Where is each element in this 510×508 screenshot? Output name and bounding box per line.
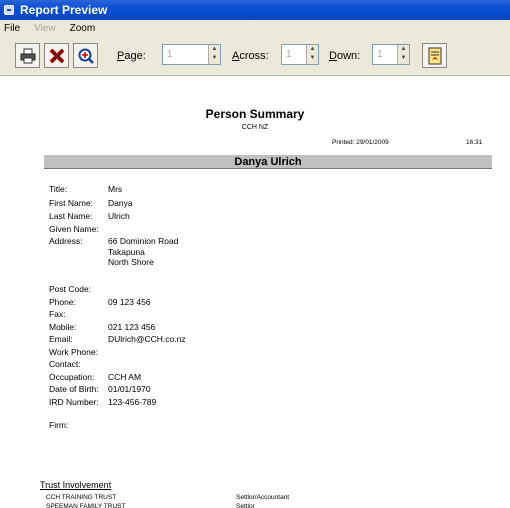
spinner-arrows-icon[interactable]: ▲ ▼ xyxy=(397,45,409,64)
menu-zoom[interactable]: Zoom xyxy=(70,23,96,34)
window-title: Report Preview xyxy=(20,3,108,17)
report-page: Person Summary CCH NZ Printed: 29/01/200… xyxy=(0,77,510,508)
field-label: IRD Number: xyxy=(49,397,99,407)
title-bar: Report Preview xyxy=(0,0,510,20)
down-label: Down: xyxy=(329,50,361,62)
export-pdf-button[interactable] xyxy=(422,43,447,68)
trust-name: CCH TRAINING TRUST xyxy=(46,494,117,501)
menu-bar: File View Zoom xyxy=(0,20,510,36)
page-label: Page: xyxy=(117,50,146,62)
close-preview-button[interactable] xyxy=(44,43,69,68)
down-spinner[interactable]: 1 ▲ ▼ xyxy=(372,44,410,65)
person-name-header: Danya Ulrich xyxy=(44,155,492,169)
close-x-icon xyxy=(49,48,64,63)
menu-file[interactable]: File xyxy=(4,23,20,34)
field-value: CCH AM xyxy=(108,372,142,382)
print-button[interactable] xyxy=(15,43,40,68)
field-value: 66 Dominion Road xyxy=(108,236,179,246)
field-value: DUlrich@CCH.co.nz xyxy=(108,334,186,344)
pdf-export-icon xyxy=(428,47,441,64)
down-value[interactable]: 1 xyxy=(377,49,383,60)
spinner-arrows-icon[interactable]: ▲ ▼ xyxy=(208,45,220,64)
field-label: Date of Birth: xyxy=(49,384,99,394)
field-label: Post Code: xyxy=(49,284,92,294)
across-value[interactable]: 1 xyxy=(286,49,292,60)
page-spinner[interactable]: 1 ▲ ▼ xyxy=(162,44,221,65)
field-label: Work Phone: xyxy=(49,347,98,357)
zoom-button[interactable] xyxy=(73,43,98,68)
field-value: Ulrich xyxy=(108,211,130,221)
trust-role: Settlor/Accountant xyxy=(236,494,290,501)
field-value: 09 123 456 xyxy=(108,297,151,307)
across-spinner[interactable]: 1 ▲ ▼ xyxy=(281,44,319,65)
field-label: Given Name: xyxy=(49,224,99,234)
menu-view[interactable]: View xyxy=(34,23,56,34)
trust-heading: Trust Involvement xyxy=(40,480,112,490)
report-title: Person Summary xyxy=(205,107,305,121)
field-value: Danya xyxy=(108,198,133,208)
page-value[interactable]: 1 xyxy=(167,49,173,60)
field-label: Title: xyxy=(49,184,68,194)
field-value: North Shore xyxy=(108,257,154,267)
field-value: 01/01/1970 xyxy=(108,384,151,394)
field-label: Firm: xyxy=(49,420,69,430)
toolbar: Page: 1 ▲ ▼ Across: 1 ▲ ▼ Down: 1 ▲ ▼ xyxy=(0,36,510,76)
app-icon xyxy=(4,5,14,15)
field-label: Contact: xyxy=(49,359,81,369)
trust-name: SPEEMAN FAMILY TRUST xyxy=(46,503,126,508)
printed-time: 16:31 xyxy=(466,139,483,146)
field-value: Takapuna xyxy=(108,247,145,257)
field-label: Address: xyxy=(49,236,83,246)
field-label: Fax: xyxy=(49,309,66,319)
field-label: Occupation: xyxy=(49,372,95,382)
field-value: Mrs xyxy=(108,184,123,194)
trust-role: Settlor xyxy=(236,503,255,508)
printer-icon xyxy=(20,48,35,63)
spinner-arrows-icon[interactable]: ▲ ▼ xyxy=(306,45,318,64)
printed-date: Printed: 29/01/2009 xyxy=(332,139,389,146)
field-label: Phone: xyxy=(49,297,76,307)
field-label: Last Name: xyxy=(49,211,93,221)
field-label: Mobile: xyxy=(49,322,77,332)
across-label: Across: xyxy=(232,50,269,62)
field-label: First Name: xyxy=(49,198,93,208)
report-company: CCH NZ xyxy=(241,124,269,131)
field-label: Email: xyxy=(49,334,73,344)
zoom-in-icon xyxy=(78,48,94,64)
field-value: 123-456-789 xyxy=(108,397,157,407)
field-value: 021 123 456 xyxy=(108,322,156,332)
